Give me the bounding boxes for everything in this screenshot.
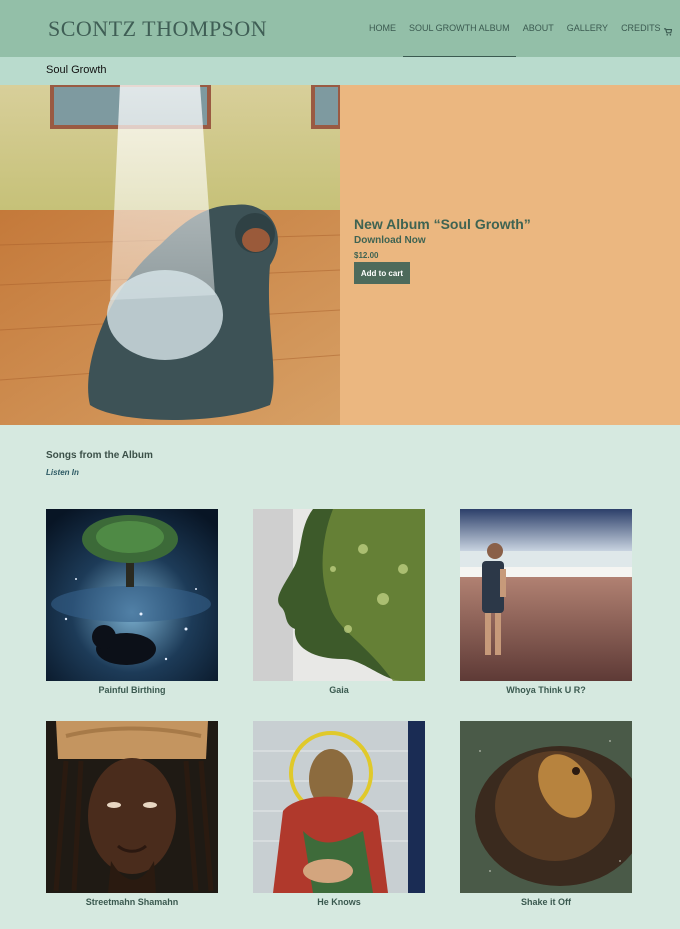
- listen-in-link[interactable]: Listen In: [46, 468, 79, 477]
- nav-item-gallery[interactable]: GALLERY: [567, 23, 608, 33]
- nav-item-credits[interactable]: CREDITS: [621, 23, 661, 33]
- song-title-he-knows[interactable]: He Knows: [253, 897, 425, 907]
- nav-item-soul-growth-album[interactable]: SOUL GROWTH ALBUM: [403, 23, 516, 57]
- song-image-shake-it-off[interactable]: [460, 721, 632, 893]
- main-nav: HOME SOUL GROWTH ALBUM ABOUT GALLERY CRE…: [369, 23, 674, 57]
- nav-item-about[interactable]: ABOUT: [523, 23, 554, 33]
- song-image-painful-birthing[interactable]: [46, 509, 218, 681]
- download-link[interactable]: Download Now: [354, 235, 426, 246]
- add-to-cart-button[interactable]: Add to cart: [354, 262, 410, 284]
- song-title-gaia[interactable]: Gaia: [253, 685, 425, 695]
- shopping-cart-icon[interactable]: [664, 23, 673, 36]
- site-header: SCONTZ THOMPSON HOME SOUL GROWTH ALBUM A…: [0, 0, 680, 57]
- song-image-he-knows[interactable]: [253, 721, 425, 893]
- nav-item-home[interactable]: HOME: [369, 23, 396, 33]
- song-image-gaia[interactable]: [253, 509, 425, 681]
- site-logo[interactable]: SCONTZ THOMPSON: [48, 16, 267, 42]
- songs-heading: Songs from the Album: [46, 450, 153, 461]
- song-title-whoya-think-u-r[interactable]: Whoya Think U R?: [460, 685, 632, 695]
- song-title-streetmahn-shamahn[interactable]: Streetmahn Shamahn: [46, 897, 218, 907]
- album-title: New Album “Soul Growth”: [354, 216, 531, 232]
- page-title: Soul Growth: [46, 64, 107, 76]
- song-title-painful-birthing[interactable]: Painful Birthing: [46, 685, 218, 695]
- page-title-bar: Soul Growth: [0, 57, 680, 85]
- song-image-streetmahn-shamahn[interactable]: [46, 721, 218, 893]
- song-title-shake-it-off[interactable]: Shake it Off: [460, 897, 632, 907]
- album-cover-image: [0, 85, 340, 425]
- price-label: $12.00: [354, 251, 379, 260]
- album-info-panel: New Album “Soul Growth” Download Now $12…: [340, 85, 680, 425]
- song-image-whoya-think-u-r[interactable]: [460, 509, 632, 681]
